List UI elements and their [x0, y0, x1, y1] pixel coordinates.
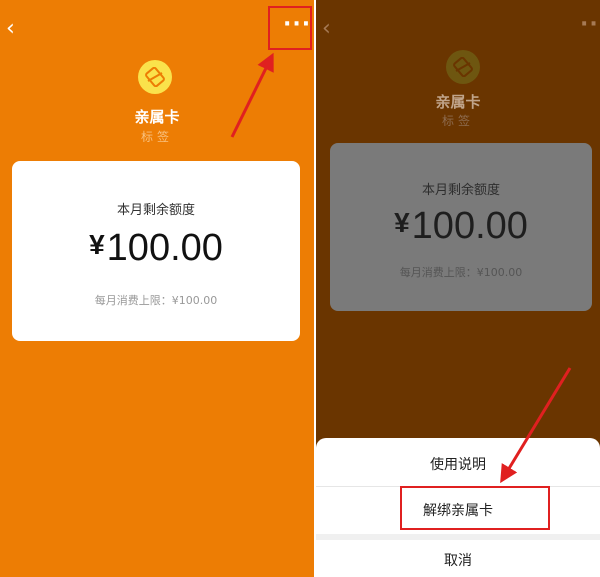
card-detail-screen-with-menu: ‹ ··· 亲属卡 标签 本月剩余额度 ¥100.00 每月消费上限：¥100.…: [316, 0, 600, 577]
annotation-arrow: [230, 52, 274, 138]
annotation-arrow: [500, 367, 572, 484]
card-detail-screen: ‹ ··· 亲属卡 标签 本月剩余额度 ¥100.00 每月消费上限：¥100.…: [0, 0, 314, 577]
